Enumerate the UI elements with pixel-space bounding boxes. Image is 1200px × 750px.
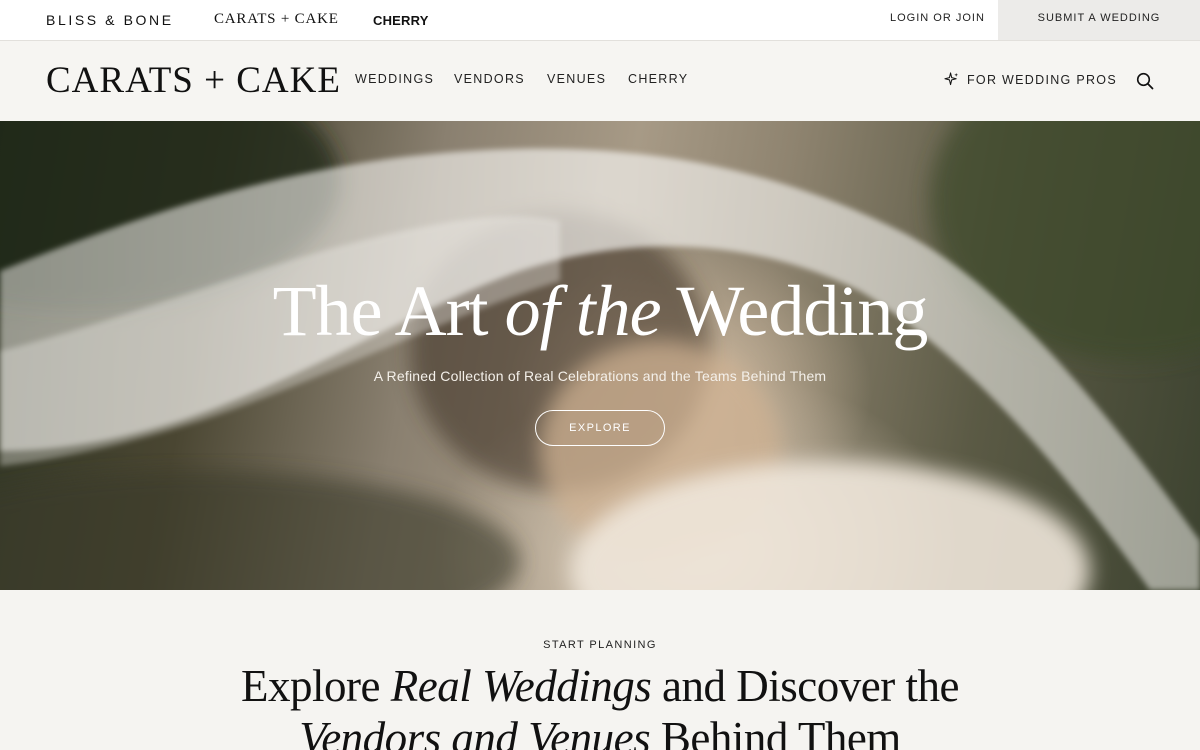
brand-link-carats-and-cake[interactable]: CARATS + CAKE bbox=[214, 11, 339, 28]
site-header: CARATS + CAKE WEDDINGS VENDORS VENUES CH… bbox=[0, 41, 1200, 121]
hero-photo-bride-veil bbox=[0, 121, 1200, 590]
hero-subtitle: A Refined Collection of Real Celebration… bbox=[373, 368, 827, 384]
hero-title: The Art of the Wedding bbox=[0, 271, 1200, 351]
heading-line2-part2: Behind Them bbox=[650, 713, 901, 750]
sparkle-icon bbox=[944, 72, 959, 86]
nav-vendors[interactable]: VENDORS bbox=[454, 72, 525, 86]
start-planning-eyebrow: START PLANNING bbox=[543, 639, 657, 651]
login-or-join-link[interactable]: LOGIN OR JOIN bbox=[890, 12, 985, 24]
heading-line2-italic: Vendors and Venues bbox=[299, 713, 651, 750]
nav-cherry[interactable]: CHERRY bbox=[628, 72, 688, 86]
hero-title-part1: The Art bbox=[272, 271, 505, 351]
hero-title-italic: of the bbox=[504, 271, 662, 351]
start-planning-heading: Explore Real Weddings and Discover the V… bbox=[0, 660, 1200, 750]
site-logo[interactable]: CARATS + CAKE bbox=[46, 61, 341, 101]
nav-weddings[interactable]: WEDDINGS bbox=[355, 72, 434, 86]
search-icon[interactable] bbox=[1136, 72, 1154, 90]
nav-venues[interactable]: VENUES bbox=[547, 72, 606, 86]
brand-bar: BLISS & BONE CARATS + CAKE CHERRY LOGIN … bbox=[0, 0, 1200, 41]
hero-title-part2: Wedding bbox=[660, 271, 928, 351]
heading-line1-italic: Real Weddings bbox=[390, 661, 652, 711]
heading-line-1: Explore Real Weddings and Discover the bbox=[0, 660, 1200, 712]
for-wedding-pros-link[interactable]: FOR WEDDING PROS bbox=[944, 72, 1117, 87]
hero-banner: The Art of the Wedding A Refined Collect… bbox=[0, 121, 1200, 590]
explore-button[interactable]: EXPLORE bbox=[535, 410, 665, 446]
brand-link-cherry[interactable]: CHERRY bbox=[373, 13, 429, 28]
heading-line1-part2: and Discover the bbox=[651, 661, 959, 711]
submit-wedding-button[interactable]: SUBMIT A WEDDING bbox=[998, 0, 1200, 40]
for-wedding-pros-label: FOR WEDDING PROS bbox=[967, 72, 1117, 87]
brand-link-bliss-and-bone[interactable]: BLISS & BONE bbox=[46, 12, 174, 28]
heading-line-2: Vendors and Venues Behind Them bbox=[0, 712, 1200, 750]
heading-line1-part1: Explore bbox=[241, 661, 391, 711]
